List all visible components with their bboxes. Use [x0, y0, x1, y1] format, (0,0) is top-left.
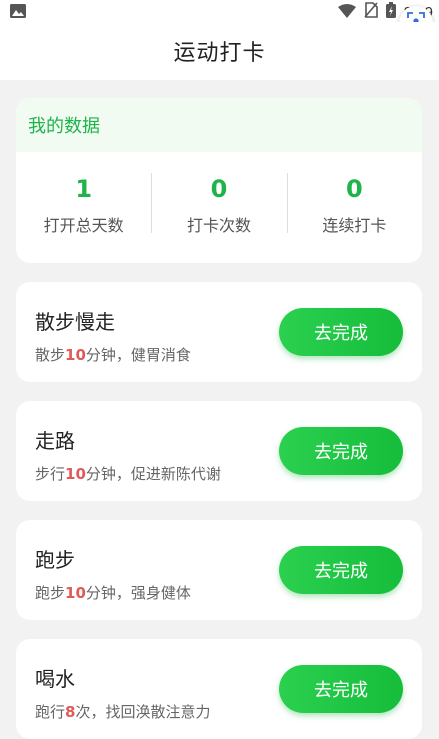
stat-value: 0	[210, 175, 228, 203]
complete-button[interactable]: 去完成	[279, 308, 403, 356]
gallery-icon	[10, 3, 26, 22]
task-desc-post: 分钟，强身健体	[85, 584, 191, 602]
task-desc-num: 10	[65, 465, 86, 483]
my-data-title: 我的数据	[28, 116, 100, 137]
task-desc-num: 8	[65, 703, 76, 721]
task-card-walk: 走路 步行10分钟，促进新陈代谢 去完成	[16, 401, 422, 501]
task-card-water: 喝水 跑行8次，找回涣散注意力 去完成	[16, 639, 422, 739]
content-area: 我的数据 1 打开总天数 0 打卡次数 0 连续打卡 散步慢走 散步10分钟，健…	[0, 80, 439, 739]
stat-value: 0	[345, 175, 363, 203]
page-title: 运动打卡	[173, 41, 266, 66]
task-card-stroll: 散步慢走 散步10分钟，健胃消食 去完成	[16, 282, 422, 382]
stat-value: 1	[75, 175, 93, 203]
task-desc: 跑步10分钟，强身健体	[35, 582, 191, 603]
task-desc-post: 次，找回涣散注意力	[75, 703, 211, 721]
battery-charging-icon	[385, 2, 396, 22]
wifi-icon	[337, 3, 356, 22]
task-desc-pre: 跑行	[35, 703, 66, 721]
stat-label: 打开总天数	[43, 216, 124, 235]
task-desc-num: 10	[65, 584, 86, 602]
task-name: 跑步	[35, 548, 75, 572]
stat-checkin-count: 0 打卡次数	[151, 168, 286, 248]
status-bar: 8:39	[0, 0, 439, 22]
task-desc-num: 10	[65, 346, 86, 364]
complete-button[interactable]: 去完成	[279, 427, 403, 475]
task-desc-post: 分钟，促进新陈代谢	[85, 465, 221, 483]
task-desc-pre: 跑步	[35, 584, 66, 602]
task-desc: 步行10分钟，促进新陈代谢	[35, 463, 221, 484]
stat-label: 打卡次数	[186, 216, 251, 235]
task-name: 走路	[35, 429, 75, 453]
task-desc-pre: 散步	[35, 346, 66, 364]
task-desc: 散步10分钟，健胃消食	[35, 344, 191, 365]
stat-label: 连续打卡	[322, 216, 387, 235]
no-sim-icon	[364, 2, 378, 22]
stat-streak: 0 连续打卡	[286, 168, 422, 248]
task-name: 散步慢走	[35, 310, 115, 334]
my-data-header: 我的数据	[16, 98, 422, 152]
task-card-run: 跑步 跑步10分钟，强身健体 去完成	[16, 520, 422, 620]
my-data-card: 我的数据 1 打开总天数 0 打卡次数 0 连续打卡	[16, 98, 422, 263]
task-desc-pre: 步行	[35, 465, 66, 483]
header: 运动打卡	[0, 22, 439, 80]
complete-button[interactable]: 去完成	[279, 665, 403, 713]
task-desc-post: 分钟，健胃消食	[85, 346, 191, 364]
task-desc: 跑行8次，找回涣散注意力	[35, 701, 210, 722]
task-name: 喝水	[35, 667, 75, 691]
complete-button[interactable]: 去完成	[279, 546, 403, 594]
stat-total-days: 1 打开总天数	[16, 168, 151, 248]
stats-row: 1 打开总天数 0 打卡次数 0 连续打卡	[16, 168, 422, 248]
